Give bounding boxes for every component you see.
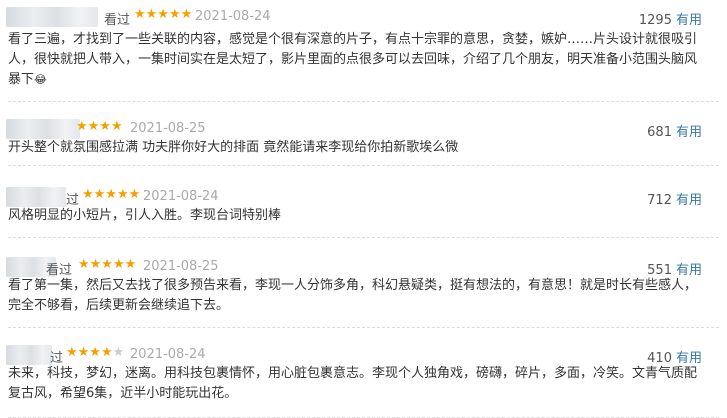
review-item: 过 ★★★★★ 2021-08-24 410 有用 未来，科技，梦幻，迷离。用科技…	[0, 344, 727, 418]
review-date: 2021-08-24	[130, 347, 206, 362]
blurred-username	[6, 345, 52, 365]
useful-button[interactable]: 有用	[676, 13, 702, 28]
laughing-emoji-icon: 😂	[34, 73, 47, 86]
blurred-username	[6, 187, 66, 207]
rating-stars: ★★★★★	[78, 257, 137, 272]
blurred-username	[6, 119, 80, 139]
rating-stars: ★★★★★	[82, 187, 141, 202]
review-item: ★★★★ 2021-08-25 681 有用 开头整个就氛围感拉满 功夫胖你好大的…	[0, 118, 727, 166]
review-text-body: 未来，科技，梦幻，迷离。用科技包裹情怀，用心脏包裹意志。李现个人独角戏，磅礴，碎…	[8, 366, 698, 401]
review-text-body: 看了第一集，然后又去找了很多预告来看，李现一人分饰多角，科幻悬疑类，挺有想法的，…	[8, 278, 698, 313]
review-text: 看了第一集，然后又去找了很多预告来看，李现一人分饰多角，科幻悬疑类，挺有想法的，…	[8, 276, 703, 316]
review-text: 开头整个就氛围感拉满 功夫胖你好大的排面 竟然能请来李现给你拍新歌埃么微	[8, 138, 703, 158]
useful-count: 1295	[638, 13, 672, 28]
watch-status: 看过	[104, 13, 131, 28]
review-date: 2021-08-24	[143, 189, 219, 204]
review-item: 看过 ★★★★★ 2021-08-25 551 有用 看了第一集，然后又去找了很多…	[0, 256, 727, 328]
review-text: 风格明显的小短片，引人入胜。李现台词特别棒	[8, 206, 703, 226]
review-text: 未来，科技，梦幻，迷离。用科技包裹情怀，用心脏包裹意志。李现个人独角戏，磅礴，碎…	[8, 364, 703, 404]
useful-votes: 1295 有用	[639, 9, 702, 28]
review-date: 2021-08-24	[195, 9, 271, 24]
review-header: 看过 ★★★★★ 2021-08-24 1295 有用	[0, 6, 727, 30]
review-text-body: 看了三遍，才找到了一些关联的内容，感觉是个很有深意的片子，有点十宗罪的意思，贪婪…	[8, 32, 698, 87]
review-date: 2021-08-25	[130, 121, 206, 136]
review-text-body: 开头整个就氛围感拉满 功夫胖你好大的排面 竟然能请来李现给你拍新歌埃么微	[8, 140, 459, 155]
review-text: 看了三遍，才找到了一些关联的内容，感觉是个很有深意的片子，有点十宗罪的意思，贪婪…	[8, 30, 703, 90]
blurred-username	[6, 7, 98, 27]
rating-stars-empty: ★	[112, 345, 125, 360]
rating-stars: ★★★★	[76, 119, 123, 134]
review-date: 2021-08-25	[143, 259, 219, 274]
review-text-body: 风格明显的小短片，引人入胜。李现台词特别棒	[8, 208, 282, 223]
review-item: 看过 ★★★★★ 2021-08-24 1295 有用 看了三遍，才找到了一些关联…	[0, 6, 727, 102]
rating-stars-filled: ★★★★	[66, 345, 113, 360]
rating-stars: ★★★★★	[134, 7, 193, 22]
review-item: 过 ★★★★★ 2021-08-24 712 有用 风格明显的小短片，引人入胜。李…	[0, 186, 727, 238]
rating-stars: ★★★★★	[66, 345, 124, 360]
